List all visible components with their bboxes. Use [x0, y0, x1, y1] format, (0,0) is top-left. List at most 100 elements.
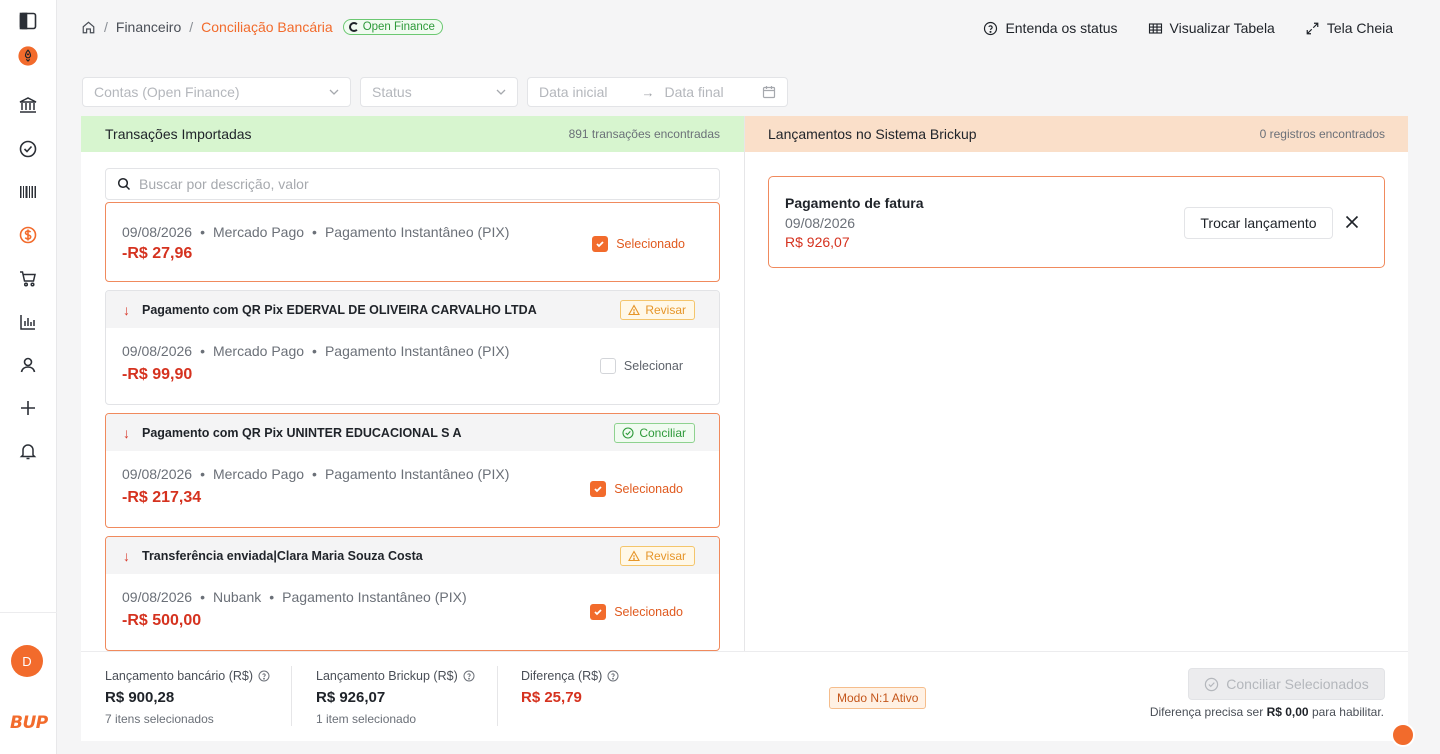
transaction-card[interactable]: ↓ Pagamento com QR Pix EDERVAL DE OLIVEI… — [105, 290, 720, 405]
date-range-picker[interactable]: Data inicial → Data final — [527, 77, 788, 107]
search-icon — [117, 177, 131, 191]
bar-chart-icon[interactable] — [14, 308, 42, 336]
open-finance-badge-label: Open Finance — [362, 21, 435, 33]
rocket-icon[interactable] — [14, 42, 42, 70]
transaction-title: Pagamento com QR Pix EDERVAL DE OLIVEIRA… — [142, 302, 537, 317]
search-input[interactable]: Buscar por descrição, valor — [105, 168, 720, 200]
difference-label-text: Diferença (R$) — [521, 669, 603, 683]
view-table-label: Visualizar Tabela — [1169, 20, 1275, 36]
hint-prefix: Diferença precisa ser — [1149, 705, 1264, 719]
dollar-circle-icon[interactable] — [14, 221, 42, 249]
check-circle-icon — [622, 426, 634, 439]
brand-logo: BUP — [10, 713, 48, 733]
transaction-bank: Mercado Pago — [212, 466, 305, 482]
avatar[interactable]: D — [11, 645, 43, 677]
imported-transactions-panel: Transações Importadas 891 transações enc… — [81, 116, 745, 651]
reconcile-selected-button[interactable]: Conciliar Selecionados — [1188, 668, 1385, 700]
info-icon[interactable] — [607, 670, 619, 682]
user-icon[interactable] — [14, 351, 42, 379]
transaction-card-body: 09/08/2026 • Nubank • Pagamento Instantâneo … — [106, 574, 719, 650]
arrow-right-icon: → — [641, 84, 655, 100]
transaction-card-header: ↓ Pagamento com QR Pix EDERVAL DE OLIVEI… — [106, 291, 719, 328]
bank-summary-sub: 7 itens selecionados — [105, 712, 214, 726]
avatar-initial: D — [22, 653, 32, 669]
plus-icon[interactable] — [14, 394, 42, 422]
hint-suffix: para habilitar. — [1311, 705, 1384, 719]
select-checkbox[interactable]: Selecionado — [592, 236, 685, 252]
reconcile-tag[interactable]: Conciliar — [614, 422, 695, 443]
check-circle-icon — [1205, 677, 1219, 691]
transaction-bank: Nubank — [212, 589, 262, 605]
arrow-down-icon: ↓ — [123, 547, 130, 564]
footer-divider — [291, 666, 292, 726]
select-label: Selecionado — [614, 605, 683, 619]
review-tag-label: Revisar — [645, 548, 686, 563]
transaction-method: Pagamento Instantâneo (PIX) — [324, 466, 510, 482]
bank-icon[interactable] — [14, 91, 42, 119]
select-label: Selecionado — [614, 482, 683, 496]
barcode-icon[interactable] — [14, 178, 42, 206]
entry-date: 09/08/2026 — [785, 215, 856, 231]
transaction-card[interactable]: ↓ Transferência enviada|Clara Maria Souz… — [105, 536, 720, 651]
fullscreen-label: Tela Cheia — [1326, 20, 1393, 36]
sync-icon — [348, 22, 359, 32]
transaction-meta: 09/08/2026 • Mercado Pago • Pagamento Instan… — [122, 466, 510, 482]
status-help-button[interactable]: Entenda os status — [983, 20, 1118, 36]
open-finance-badge: Open Finance — [342, 19, 443, 35]
reconcile-tag-label: Conciliar — [639, 425, 686, 440]
close-icon[interactable] — [1344, 214, 1360, 230]
expand-icon — [1306, 22, 1319, 34]
checkbox-checked-icon — [592, 236, 609, 252]
fullscreen-button[interactable]: Tela Cheia — [1305, 20, 1393, 36]
review-tag[interactable]: Revisar — [620, 299, 695, 320]
summary-footer: Lançamento bancário (R$) R$ 900,28 7 ite… — [81, 651, 1408, 741]
warning-icon — [628, 549, 641, 561]
info-icon[interactable] — [258, 670, 270, 682]
checkbox-checked-icon — [590, 604, 607, 620]
transaction-card[interactable]: ↓ Pagamento com QR Pix UNINTER EDUCACION… — [105, 413, 720, 528]
brickup-summary-value: R$ 926,07 — [316, 689, 386, 706]
select-label: Selecionado — [616, 237, 685, 251]
view-table-button[interactable]: Visualizar Tabela — [1148, 20, 1275, 36]
review-tag[interactable]: Revisar — [620, 545, 695, 566]
breadcrumb-separator: / — [189, 19, 194, 35]
cart-icon[interactable] — [14, 265, 42, 293]
panel-toggle-icon[interactable] — [14, 7, 42, 35]
swap-entry-button[interactable]: Trocar lançamento — [1184, 207, 1333, 239]
chevron-down-icon — [496, 89, 506, 95]
checkbox-checked-icon — [590, 481, 607, 497]
status-select-placeholder: Status — [372, 84, 412, 100]
imported-transactions-title: Transações Importadas — [105, 126, 252, 142]
bank-summary-label-text: Lançamento bancário (R$) — [105, 669, 253, 683]
accounts-select[interactable]: Contas (Open Finance) — [82, 77, 351, 107]
transaction-date: 09/08/2026 — [122, 589, 193, 605]
select-checkbox[interactable]: Selecionado — [590, 604, 683, 620]
transaction-title: Transferência enviada|Clara Maria Souza … — [142, 548, 423, 563]
reconcile-hint: Diferença precisa ser R$ 0,00 para habil… — [1150, 705, 1384, 719]
transaction-method: Pagamento Instantâneo (PIX) — [324, 343, 510, 359]
transaction-amount: -R$ 27,96 — [122, 245, 193, 262]
transaction-amount: -R$ 217,34 — [122, 489, 202, 506]
table-icon — [1148, 22, 1162, 34]
transaction-meta: 09/08/2026 • Mercado Pago • Pagamento Instan… — [122, 224, 510, 240]
chevron-down-icon — [329, 89, 339, 95]
breadcrumb-financeiro[interactable]: Financeiro — [116, 19, 181, 35]
info-icon[interactable] — [463, 670, 475, 682]
bell-icon[interactable] — [14, 437, 42, 465]
transaction-meta: 09/08/2026 • Mercado Pago • Pagamento Instan… — [122, 343, 510, 359]
bank-summary-value: R$ 900,28 — [105, 689, 175, 706]
transaction-card[interactable]: 09/08/2026 • Mercado Pago • Pagamento Instan… — [105, 202, 720, 282]
select-checkbox[interactable]: Selecionar — [599, 358, 683, 374]
brickup-summary-label-text: Lançamento Brickup (R$) — [316, 669, 458, 683]
transaction-title: Pagamento com QR Pix UNINTER EDUCACIONAL… — [142, 425, 462, 440]
chat-help-button[interactable] — [1391, 723, 1415, 747]
check-circle-icon[interactable] — [14, 135, 42, 163]
date-start-input[interactable]: Data inicial — [539, 84, 607, 100]
brickup-entries-title: Lançamentos no Sistema Brickup — [768, 126, 977, 142]
hint-value: R$ 0,00 — [1266, 705, 1309, 719]
status-select[interactable]: Status — [360, 77, 518, 107]
select-checkbox[interactable]: Selecionado — [590, 481, 683, 497]
home-icon[interactable] — [81, 20, 96, 35]
transaction-date: 09/08/2026 — [122, 224, 193, 240]
date-end-input[interactable]: Data final — [664, 84, 723, 100]
